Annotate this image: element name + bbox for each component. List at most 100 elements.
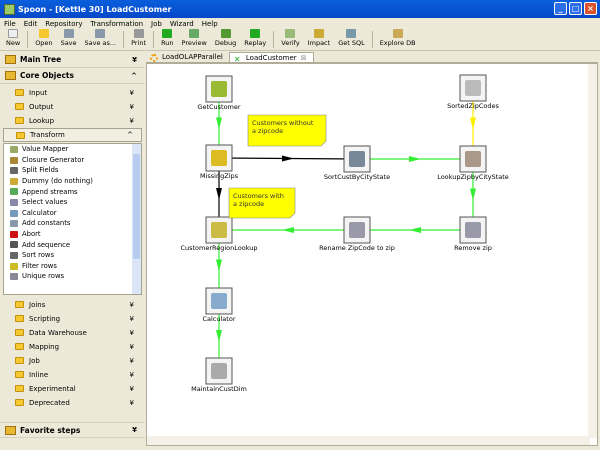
step-icon bbox=[10, 241, 18, 249]
menu-bar: File Edit Repository Transformation Job Wizar… bbox=[0, 18, 600, 29]
menu-wizard[interactable]: Wizard bbox=[170, 20, 194, 28]
step-item[interactable]: Select values bbox=[4, 197, 141, 208]
debug-button[interactable]: Debug bbox=[211, 29, 240, 50]
vertical-scrollbar[interactable] bbox=[588, 64, 597, 438]
run-button[interactable]: Run bbox=[157, 29, 177, 50]
step-icon bbox=[10, 251, 18, 259]
verify-icon bbox=[285, 29, 296, 38]
step-label: Closure Generator bbox=[22, 155, 85, 164]
menu-repository[interactable]: Repository bbox=[45, 20, 82, 28]
verify-button[interactable]: Verify bbox=[277, 29, 303, 50]
impact-icon bbox=[313, 29, 324, 38]
preview-button[interactable]: Preview bbox=[178, 29, 211, 50]
new-button[interactable]: New bbox=[2, 29, 24, 50]
replay-label: Replay bbox=[244, 39, 267, 47]
step-region[interactable]: CustomerRegionLookup bbox=[180, 216, 258, 252]
note-text: a zipcode bbox=[252, 127, 283, 135]
note-without[interactable]: Customers withouta zipcode bbox=[247, 114, 327, 147]
horizontal-scrollbar[interactable] bbox=[147, 436, 590, 445]
replay-button[interactable]: Replay bbox=[240, 29, 270, 50]
category-item[interactable]: Deprecated ¥ bbox=[3, 396, 142, 410]
step-item[interactable]: Split Fields bbox=[4, 165, 141, 176]
category-item[interactable]: Data Warehouse ¥ bbox=[3, 326, 142, 340]
menu-help[interactable]: Help bbox=[202, 20, 218, 28]
category-transform[interactable]: Transform ^ bbox=[3, 128, 142, 142]
step-missing-zips[interactable]: MissingZips bbox=[200, 144, 239, 180]
step-remove[interactable]: Remove zip bbox=[454, 216, 492, 252]
main-tree-header[interactable]: Main Tree ¥ bbox=[0, 52, 145, 68]
favorite-steps-header[interactable]: Favorite steps ¥ bbox=[0, 422, 145, 438]
impact-button[interactable]: Impact bbox=[304, 29, 334, 50]
menu-file[interactable]: File bbox=[4, 20, 16, 28]
step-item[interactable]: Append streams bbox=[4, 186, 141, 197]
step-item[interactable]: Abort bbox=[4, 229, 141, 240]
transformation-canvas[interactable]: GetCustomer MissingZips SortCustByCityStat… bbox=[146, 63, 598, 446]
hop-missing_zips-sort[interactable] bbox=[218, 155, 358, 162]
step-item[interactable]: Sort rows bbox=[4, 250, 141, 261]
save-as-button[interactable]: Save as... bbox=[81, 29, 121, 50]
print-button[interactable]: Print bbox=[127, 29, 150, 50]
tab-bar: LoadOLAPParallel ✕ LoadCustomer ⊠ bbox=[146, 52, 598, 64]
hop-arrow-icon bbox=[216, 259, 222, 272]
explore-db-button[interactable]: Explore DB bbox=[376, 29, 420, 50]
step-rename[interactable]: Rename ZipCode to zip bbox=[319, 216, 395, 252]
step-calculator[interactable]: Calculator bbox=[202, 287, 236, 323]
category-lookup[interactable]: Lookup ¥ bbox=[3, 114, 142, 128]
tab-loadcustomer[interactable]: ✕ LoadCustomer ⊠ bbox=[228, 52, 314, 64]
step-icon bbox=[10, 220, 18, 228]
menu-transformation[interactable]: Transformation bbox=[91, 20, 144, 28]
step-label: Calculator bbox=[202, 315, 235, 323]
get-customer-icon bbox=[211, 81, 227, 97]
core-objects-header[interactable]: Core Objects ^ bbox=[0, 68, 145, 84]
chevron-down-icon: ¥ bbox=[129, 103, 134, 111]
step-icon bbox=[10, 198, 18, 206]
step-sort[interactable]: SortCustByCityState bbox=[324, 145, 390, 181]
category-item[interactable]: Inline ¥ bbox=[3, 368, 142, 382]
hop-rename-region[interactable] bbox=[219, 227, 357, 233]
close-button[interactable]: × bbox=[584, 2, 597, 15]
category-output[interactable]: Output ¥ bbox=[3, 100, 142, 114]
step-item[interactable]: Value Mapper bbox=[4, 144, 141, 155]
category-item[interactable]: Mapping ¥ bbox=[3, 340, 142, 354]
tab-close-icon[interactable]: ⊠ bbox=[301, 54, 307, 62]
category-label: Transform bbox=[30, 131, 65, 139]
step-item[interactable]: Closure Generator bbox=[4, 155, 141, 166]
category-input[interactable]: Input ¥ bbox=[3, 86, 142, 100]
category-item[interactable]: Experimental ¥ bbox=[3, 382, 142, 396]
category-label: Mapping bbox=[29, 343, 60, 351]
category-item[interactable]: Scripting ¥ bbox=[3, 312, 142, 326]
maximize-button[interactable]: □ bbox=[569, 2, 582, 15]
step-item[interactable]: Unique rows bbox=[4, 271, 141, 282]
menu-edit[interactable]: Edit bbox=[24, 20, 38, 28]
step-sorted-zip[interactable]: SortedZipCodes bbox=[447, 74, 500, 110]
step-item[interactable]: Dummy (do nothing) bbox=[4, 176, 141, 187]
transformation-graph[interactable]: GetCustomer MissingZips SortCustByCityStat… bbox=[147, 64, 590, 438]
get-sql-button[interactable]: Get SQL bbox=[334, 29, 369, 50]
folder-icon bbox=[15, 103, 24, 110]
step-get-customer[interactable]: GetCustomer bbox=[197, 75, 241, 111]
hop-remove-rename[interactable] bbox=[357, 227, 473, 233]
open-button[interactable]: Open bbox=[31, 29, 56, 50]
step-icon bbox=[10, 177, 18, 185]
tab-label: LoadOLAPParallel bbox=[162, 53, 223, 61]
tab-loadolapparallel[interactable]: LoadOLAPParallel bbox=[146, 52, 229, 62]
save-button[interactable]: Save bbox=[57, 29, 81, 50]
explore-db-label: Explore DB bbox=[379, 39, 416, 47]
step-item[interactable]: Filter rows bbox=[4, 261, 141, 272]
menu-job[interactable]: Job bbox=[151, 20, 162, 28]
chevron-up-icon: ^ bbox=[131, 71, 137, 80]
step-item[interactable]: Add sequence bbox=[4, 239, 141, 250]
hop-sort-lookup_zip[interactable] bbox=[357, 156, 473, 162]
chevron-down-icon: ¥ bbox=[129, 301, 134, 309]
category-item[interactable]: Joins ¥ bbox=[3, 298, 142, 312]
step-maintain[interactable]: MaintainCustDim bbox=[191, 357, 247, 393]
category-item[interactable]: Job ¥ bbox=[3, 354, 142, 368]
step-label: Add sequence bbox=[22, 240, 71, 249]
minimize-button[interactable]: _ bbox=[554, 2, 567, 15]
step-label: Add constants bbox=[22, 219, 71, 228]
chevron-down-icon: ¥ bbox=[129, 117, 134, 125]
note-with[interactable]: Customers witha zipcode bbox=[228, 187, 296, 219]
step-item[interactable]: Add constants bbox=[4, 218, 141, 229]
step-item[interactable]: Calculator bbox=[4, 208, 141, 219]
step-lookup-zip[interactable]: LookupZipbyCityState bbox=[437, 145, 509, 181]
